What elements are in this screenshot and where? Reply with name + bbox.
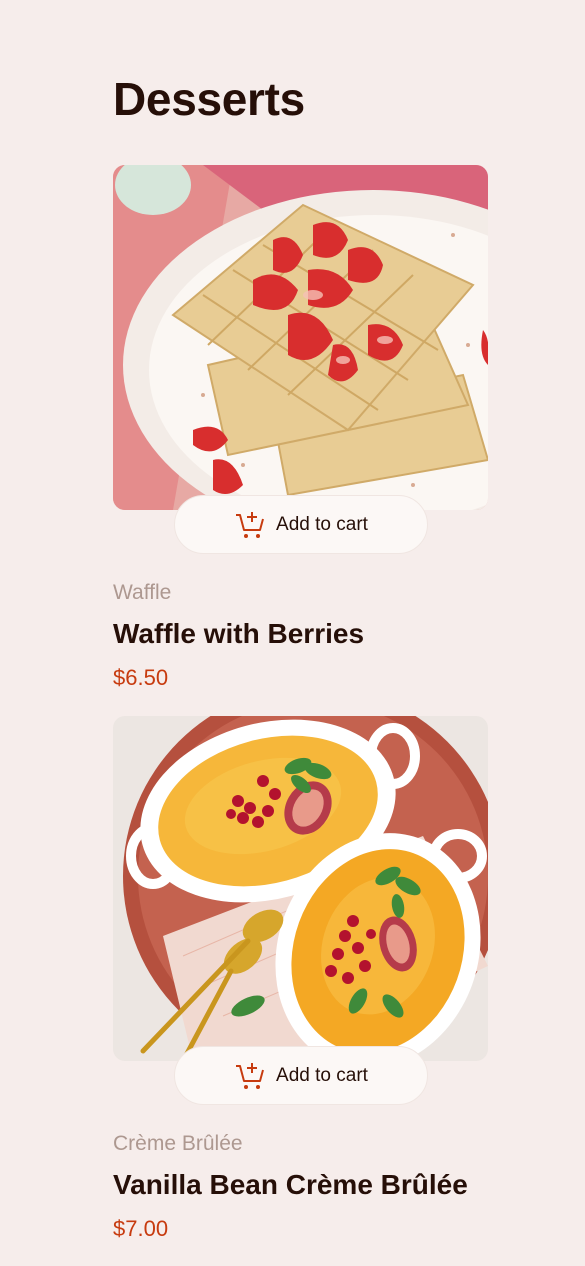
add-to-cart-label: Add to cart <box>276 513 368 535</box>
add-to-cart-button-creme-brulee[interactable]: Add to cart <box>174 1046 428 1105</box>
add-to-cart-icon <box>236 1062 265 1089</box>
add-to-cart-icon <box>236 511 265 538</box>
product-price: $6.50 <box>113 665 169 690</box>
product-card-waffle: Add to cart Waffle Waffle with Berries $… <box>113 165 488 690</box>
add-to-cart-button-waffle[interactable]: Add to cart <box>174 495 428 554</box>
product-price: $7.00 <box>113 1216 169 1241</box>
page-title: Desserts <box>113 73 305 125</box>
product-image-creme-brulee <box>113 716 488 1061</box>
product-card-creme-brulee: Add to cart Crème Brûlée Vanilla Bean Cr… <box>113 716 488 1241</box>
product-image-waffle <box>113 165 488 510</box>
add-to-cart-label: Add to cart <box>276 1064 368 1086</box>
product-name: Vanilla Bean Crème Brûlée <box>113 1169 468 1200</box>
product-name: Waffle with Berries <box>113 618 365 649</box>
product-category: Crème Brûlée <box>113 1132 243 1155</box>
product-category: Waffle <box>113 581 172 604</box>
